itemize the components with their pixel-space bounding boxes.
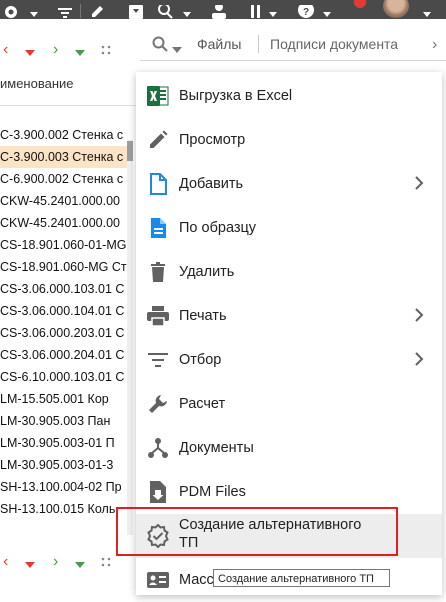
menu-item-documents[interactable]: Документы bbox=[136, 426, 442, 470]
svg-text:?: ? bbox=[303, 7, 309, 18]
chevron-right-icon bbox=[414, 351, 424, 372]
menu-item-add[interactable]: Добавить bbox=[136, 162, 442, 206]
table-row[interactable]: CKW-45.2401.000.00 bbox=[0, 190, 128, 212]
help-icon[interactable]: ? bbox=[295, 0, 317, 19]
next-green-icon[interactable]: › bbox=[53, 554, 58, 570]
edit-icon[interactable] bbox=[88, 0, 108, 19]
menu-item-label: Расчет bbox=[179, 396, 226, 412]
menu-item-export-excel[interactable]: Выгрузка в Excel bbox=[136, 74, 442, 118]
table-row[interactable]: SH-13.100.015 Коль bbox=[0, 498, 128, 520]
table-row[interactable]: CKW-45.2401.000.00 bbox=[0, 212, 128, 234]
printer-icon bbox=[146, 304, 170, 328]
table-row[interactable]: С-3.900.002 Стенка с bbox=[0, 124, 128, 146]
id-card-icon bbox=[146, 568, 170, 592]
menu-item-label: Отбор bbox=[179, 352, 222, 368]
file-download-icon bbox=[146, 480, 170, 504]
table-row[interactable]: С-6.900.002 Стенка с bbox=[0, 168, 128, 190]
menu-item-by-template[interactable]: По образцу bbox=[136, 206, 442, 250]
table-row[interactable]: LM-15.505.001 Кор bbox=[0, 388, 128, 410]
caret-down-green-icon[interactable] bbox=[75, 557, 85, 573]
tab-bar: Файлы Подписи документа › bbox=[140, 28, 446, 61]
menu-item-label: Масс bbox=[179, 572, 214, 588]
search-caret-icon[interactable] bbox=[180, 0, 194, 19]
table-row[interactable]: LM-30.905.003 Пан bbox=[0, 410, 128, 432]
excel-icon bbox=[146, 84, 170, 108]
tab-files[interactable]: Файлы bbox=[197, 36, 241, 52]
top-toolbar: ? bbox=[0, 0, 446, 19]
column-header-name[interactable]: именование bbox=[0, 76, 140, 91]
menu-item-label: Выгрузка в Excel bbox=[179, 88, 293, 104]
focus-highlight bbox=[116, 507, 398, 556]
download-icon[interactable] bbox=[125, 0, 147, 19]
table-row[interactable]: CS-3.06.000.103.01 С bbox=[0, 278, 128, 300]
menu-item-label: PDM Files bbox=[179, 484, 246, 500]
new-document-icon bbox=[146, 172, 170, 196]
table-row[interactable]: SH-13.100.004-02 Пр bbox=[0, 476, 128, 498]
table-row[interactable]: CS-6.10.000.103.01 С bbox=[0, 366, 128, 388]
menu-item-calculation[interactable]: Расчет bbox=[136, 382, 442, 426]
menu-item-label: Добавить bbox=[179, 176, 244, 192]
chevron-right-icon bbox=[414, 307, 424, 328]
tooltip: Создание альтернативного ТП bbox=[213, 569, 390, 587]
caret-down-red-icon[interactable] bbox=[25, 557, 35, 573]
menu-item-label: Просмотр bbox=[179, 132, 246, 148]
filter-icon bbox=[146, 348, 170, 372]
chevron-right-icon bbox=[414, 175, 424, 196]
filter-icon[interactable] bbox=[55, 0, 75, 19]
menu-item-label: Удалить bbox=[179, 264, 235, 280]
dropdown-caret-icon[interactable] bbox=[27, 0, 41, 19]
account-caret-icon[interactable] bbox=[420, 0, 434, 19]
menu-item-label: Печать bbox=[179, 308, 227, 324]
menu-item-label: Документы bbox=[179, 440, 254, 456]
table-row[interactable]: CS-3.06.000.104.01 С bbox=[0, 300, 128, 322]
scrollbar-track[interactable] bbox=[127, 140, 133, 535]
tab-document-signatures[interactable]: Подписи документа bbox=[270, 36, 398, 52]
pause-icon[interactable] bbox=[246, 0, 266, 19]
search-icon[interactable] bbox=[155, 0, 177, 19]
table-row[interactable]: CS-18.901.060-MG Ст bbox=[0, 256, 128, 278]
caret-down-red-icon[interactable] bbox=[25, 45, 35, 61]
prev-red-icon[interactable]: ‹ bbox=[3, 42, 8, 58]
pause-caret-icon[interactable] bbox=[266, 0, 280, 19]
menu-item-delete[interactable]: Удалить bbox=[136, 250, 442, 294]
menu-item-print[interactable]: Печать bbox=[136, 294, 442, 338]
drag-handle-icon[interactable] bbox=[101, 43, 111, 59]
settings-icon[interactable] bbox=[0, 0, 22, 19]
table-row[interactable]: CS-3.06.000.203.01 С bbox=[0, 322, 128, 344]
table-row[interactable]: LM-30.905.003-01-3 bbox=[0, 454, 128, 476]
caret-down-green-icon[interactable] bbox=[75, 45, 85, 61]
nav-row-top: ‹ › bbox=[0, 39, 140, 61]
trash-icon bbox=[146, 260, 170, 284]
prev-red-icon[interactable]: ‹ bbox=[3, 554, 8, 570]
avatar[interactable] bbox=[383, 0, 409, 18]
search-caret-icon[interactable] bbox=[172, 41, 182, 59]
menu-item-filter[interactable]: Отбор bbox=[136, 338, 442, 382]
next-green-icon[interactable]: › bbox=[53, 42, 58, 58]
pencil-icon bbox=[146, 128, 170, 152]
tabs-scroll-right-icon[interactable]: › bbox=[432, 36, 437, 54]
table-row[interactable]: CS-18.901.060-01-MG bbox=[0, 234, 128, 256]
notification-bell-icon[interactable] bbox=[354, 0, 366, 8]
scrollbar-thumb[interactable] bbox=[127, 141, 133, 161]
menu-item-view[interactable]: Просмотр bbox=[136, 118, 442, 162]
help-caret-icon[interactable] bbox=[320, 0, 334, 19]
share-icon bbox=[146, 436, 170, 460]
menu-item-label: По образцу bbox=[179, 220, 257, 236]
drag-handle-icon[interactable] bbox=[101, 555, 111, 571]
search-icon[interactable] bbox=[152, 36, 168, 57]
table-row[interactable]: CS-3.06.000.204.01 С bbox=[0, 344, 128, 366]
document-template-icon bbox=[146, 216, 170, 240]
table-row[interactable]: С-3.900.003 Стенка с bbox=[0, 146, 128, 168]
user-icon[interactable] bbox=[208, 0, 230, 19]
wrench-icon bbox=[146, 392, 170, 416]
table-row[interactable]: LM-30.905.003-01 П bbox=[0, 432, 128, 454]
